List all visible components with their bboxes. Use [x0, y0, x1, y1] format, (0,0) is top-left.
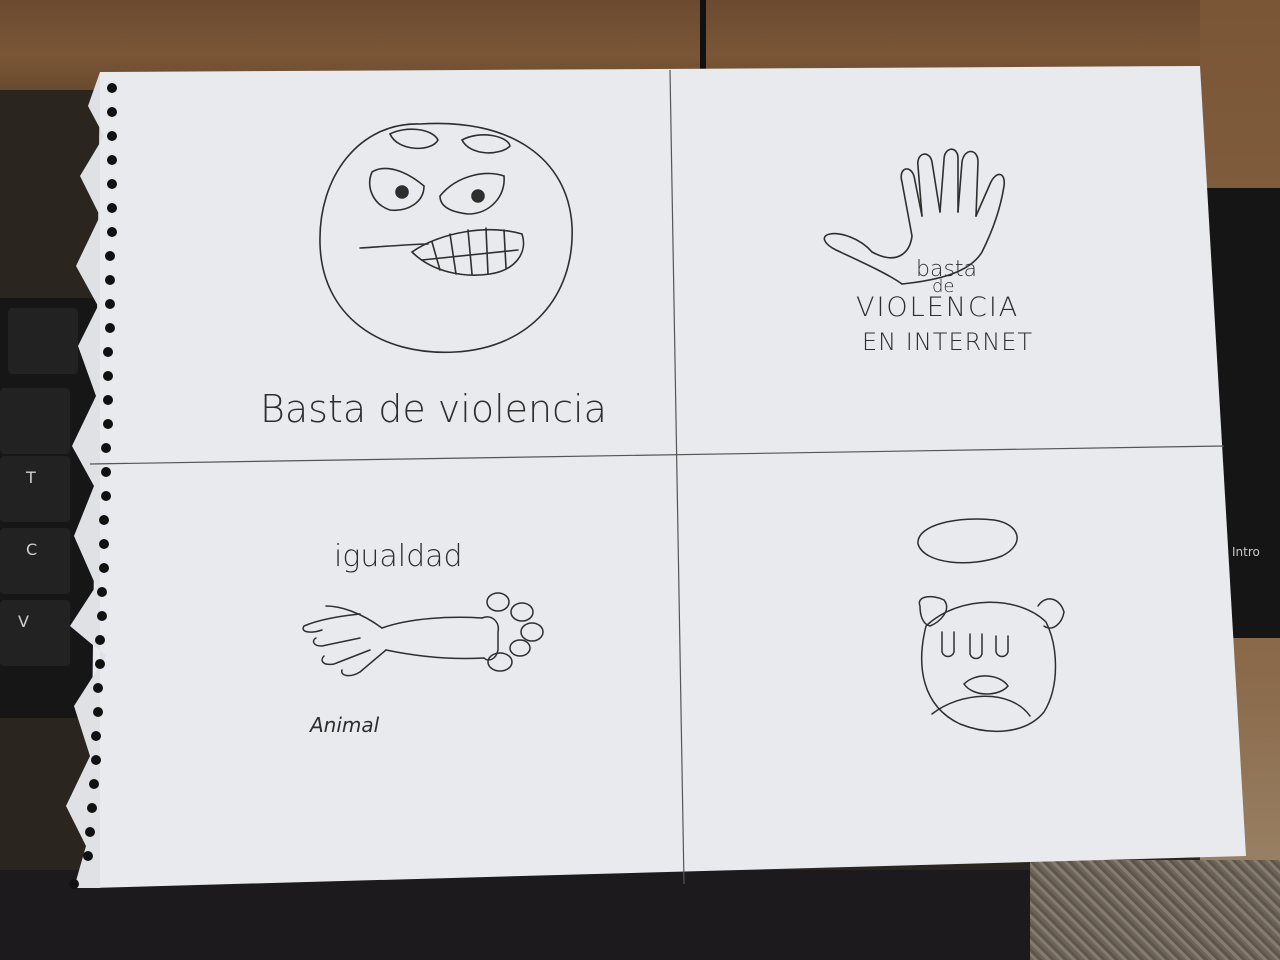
text-en-internet: EN INTERNET [862, 328, 1033, 356]
caption-igualdad: igualdad [334, 539, 463, 574]
caption-basta-de-violencia: Basta de violencia [260, 387, 607, 431]
caption-animal: Animal [308, 713, 380, 737]
paper-sheet: Basta de violencia basta de VIOLENCIA EN… [66, 66, 1246, 889]
text-violencia: VIOLENCIA [856, 292, 1019, 323]
